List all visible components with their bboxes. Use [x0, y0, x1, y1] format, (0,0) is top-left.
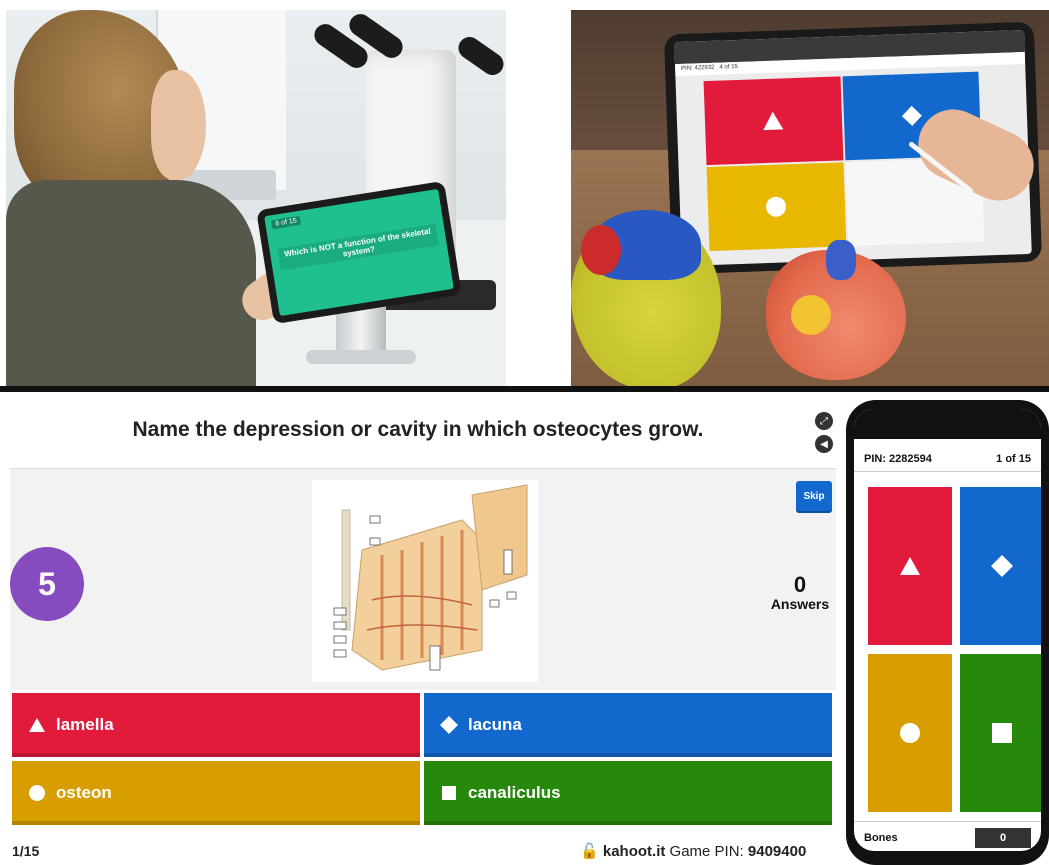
phone-pin: PIN: 2282594 — [864, 453, 932, 465]
square-icon — [438, 782, 460, 804]
answers-label: Answers — [770, 596, 830, 612]
answer-option-label: lamella — [56, 715, 114, 734]
phone-answer-blue[interactable] — [960, 487, 1041, 645]
phone-player-bar: Bones 0 — [854, 821, 1041, 851]
tablet-red-tile — [703, 76, 843, 166]
player-name: Bones — [864, 832, 898, 844]
answers-counter: 0 Answers — [760, 572, 840, 613]
square-icon — [992, 723, 1012, 743]
answer-option-green[interactable]: canaliculus — [424, 761, 832, 825]
answer-option-label: canaliculus — [468, 783, 561, 802]
triangle-icon — [26, 714, 48, 736]
answer-tablet-counter: 4 of 15 — [719, 63, 738, 71]
divider — [0, 386, 1049, 392]
sound-icon[interactable]: ◀ — [815, 435, 833, 453]
answer-option-blue[interactable]: lacuna — [424, 693, 832, 757]
bone-illustration — [312, 480, 538, 682]
heart-model — [766, 240, 906, 380]
phone-answer-green[interactable] — [960, 654, 1041, 812]
question-progress: 1/15 — [12, 843, 40, 859]
phone-question-counter: 1 of 15 — [996, 453, 1031, 465]
circle-icon — [26, 782, 48, 804]
triangle-icon — [763, 111, 784, 131]
fullscreen-icon[interactable]: ⤢ — [815, 412, 833, 430]
page: 6 of 15 Which is NOT a function of the s… — [0, 0, 1049, 865]
answer-option-label: osteon — [56, 783, 112, 802]
circle-icon — [900, 723, 920, 743]
diamond-icon — [901, 105, 922, 126]
lock-icon: 🔓 — [580, 843, 599, 860]
anatomy-models-photo-right: PIN: 422932 4 of 15 — [571, 10, 1049, 388]
answer-option-yellow[interactable]: osteon — [12, 761, 420, 825]
student — [6, 10, 348, 388]
answer-option-label: lacuna — [468, 715, 522, 734]
countdown-timer: 5 — [10, 547, 84, 621]
skip-button[interactable]: Skip — [796, 481, 832, 511]
answer-tablet-pin: PIN: 422932 — [681, 64, 715, 72]
student-tablet-screen: 6 of 15 Which is NOT a function of the s… — [264, 188, 454, 317]
phone-header-divider — [854, 471, 1041, 472]
player-score: 0 — [975, 828, 1031, 848]
answer-option-red[interactable]: lamella — [12, 693, 420, 757]
classroom-photo-left: 6 of 15 Which is NOT a function of the s… — [6, 10, 506, 388]
phone-screen: PIN: 2282594 1 of 15 Bones 0 — [854, 409, 1041, 851]
game-pin-value: 9409400 — [747, 843, 807, 860]
bone-diagram-image — [312, 480, 538, 682]
triangle-icon — [900, 557, 920, 575]
phone-answer-yellow[interactable] — [868, 654, 952, 812]
question-text: Name the depression or cavity in which o… — [132, 418, 704, 441]
tablet-question-text: Which is NOT a function of the skeletal … — [277, 223, 439, 271]
game-pin-info: 🔓 kahoot.it Game PIN: 9409400 — [580, 842, 806, 860]
tablet-question-counter: 6 of 15 — [270, 215, 302, 230]
tablet-stand-foot — [306, 350, 416, 364]
brain-model — [571, 210, 721, 388]
tablet-yellow-tile — [706, 162, 846, 252]
phone-device: PIN: 2282594 1 of 15 Bones 0 — [846, 400, 1049, 865]
game-pin-label: Game PIN: — [669, 843, 744, 860]
answers-count: 0 — [793, 572, 807, 597]
diamond-icon — [991, 555, 1013, 577]
site-name: kahoot.it — [602, 843, 666, 860]
diamond-icon — [438, 714, 460, 736]
phone-status-bar — [854, 409, 1041, 439]
circle-icon — [766, 196, 787, 217]
phone-answer-red[interactable] — [868, 487, 952, 645]
